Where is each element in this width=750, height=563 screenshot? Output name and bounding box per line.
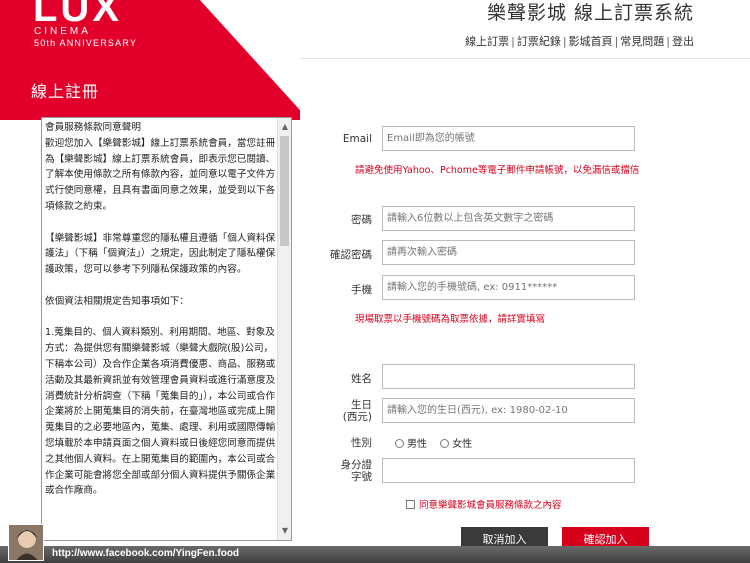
terms-paragraph-privacy: 【樂聲影城】非常尊重您的隱私權且遵循「個人資料保護法」（下稱「個資法」）之規定，… bbox=[45, 232, 276, 276]
phone-hint: 現場取票以手機號碼為取票依據，請詳實填寫 bbox=[355, 314, 546, 325]
nav-separator: | bbox=[666, 35, 670, 48]
scroll-thumb[interactable] bbox=[280, 136, 289, 246]
terms-paragraph-notice: 依個資法相關規定告知事項如下： bbox=[45, 295, 189, 307]
name-label: 姓名 bbox=[351, 373, 372, 385]
page-title: 線上註冊 bbox=[31, 82, 100, 101]
confirm-password-field[interactable] bbox=[382, 240, 635, 265]
name-field[interactable] bbox=[382, 364, 635, 389]
id-label-main: 身分證 bbox=[340, 459, 373, 471]
birthday-label-sub: (西元) bbox=[342, 411, 372, 423]
terms-scrollbar[interactable]: ▲ ▼ bbox=[277, 118, 291, 540]
gender-male-option[interactable]: 男性 bbox=[395, 439, 427, 450]
email-label: Email bbox=[342, 133, 372, 145]
scroll-up-arrow-icon[interactable]: ▲ bbox=[278, 120, 292, 134]
gender-male-label: 男性 bbox=[407, 439, 427, 450]
watermark-url: http://www.facebook.com/YingFen.food bbox=[52, 548, 240, 559]
gender-female-label: 女性 bbox=[452, 439, 473, 450]
id-number-label: 身分證 字號 bbox=[312, 459, 373, 483]
nav-link-faq[interactable]: 常見問題 bbox=[620, 35, 664, 48]
gender-radio-group: 男性 女性 bbox=[395, 435, 472, 450]
agree-checkbox[interactable] bbox=[406, 500, 415, 509]
site-title: 樂聲影城 線上訂票系統 bbox=[486, 2, 694, 24]
confirm-password-label: 確認密碼 bbox=[330, 249, 372, 261]
scroll-down-arrow-icon[interactable]: ▼ bbox=[278, 524, 292, 538]
nav-separator: | bbox=[511, 35, 515, 48]
email-field[interactable] bbox=[382, 126, 635, 151]
password-label: 密碼 bbox=[351, 214, 372, 226]
terms-paragraph-intro: 會員服務條款同意聲明 歡迎您加入【樂聲影城】線上訂票系統會員，當您註冊為【樂聲影… bbox=[45, 122, 276, 212]
agree-terms-label: 同意樂聲影城會員服務條款之內容 bbox=[419, 500, 562, 511]
gender-female-option[interactable]: 女性 bbox=[440, 439, 472, 450]
phone-label: 手機 bbox=[351, 284, 372, 296]
birthday-label: 生日 (西元) bbox=[312, 399, 372, 423]
top-nav: 線上訂票 | 訂票紀錄 | 影城首頁 | 常見問題 | 登出 bbox=[464, 33, 695, 49]
terms-textarea[interactable]: 會員服務條款同意聲明 歡迎您加入【樂聲影城】線上訂票系統會員，當您註冊為【樂聲影… bbox=[41, 117, 292, 541]
logo-cinema-text: CINEMA bbox=[34, 26, 91, 37]
birthday-label-main: 生日 bbox=[351, 399, 372, 411]
nav-link-online-booking[interactable]: 線上訂票 bbox=[465, 35, 509, 48]
radio-female[interactable] bbox=[440, 439, 450, 448]
nav-link-logout[interactable]: 登出 bbox=[672, 35, 694, 48]
email-hint: 請避免使用Yahoo、Pchome等電子郵件申請帳號，以免漏信或擋信 bbox=[355, 165, 640, 176]
nav-link-cinema-home[interactable]: 影城首頁 bbox=[569, 35, 613, 48]
nav-link-booking-records[interactable]: 訂票紀錄 bbox=[517, 35, 561, 48]
watermark-avatar bbox=[8, 524, 44, 561]
logo-anniversary-text: 50th ANNIVERSARY bbox=[34, 38, 138, 48]
nav-separator: | bbox=[562, 35, 567, 48]
gender-label: 性別 bbox=[351, 437, 372, 449]
terms-paragraph-purpose: 1.蒐集目的、個人資料類別、利用期間、地區、對象及方式：為提供您有關樂聲影城（樂… bbox=[45, 327, 276, 497]
radio-male[interactable] bbox=[395, 439, 404, 448]
id-number-field[interactable] bbox=[382, 458, 635, 483]
password-field[interactable] bbox=[382, 206, 635, 231]
nav-separator: | bbox=[614, 35, 619, 48]
id-label-sub: 字號 bbox=[351, 471, 372, 483]
birthday-field[interactable] bbox=[382, 398, 635, 423]
phone-field[interactable] bbox=[382, 275, 635, 300]
terms-content: 會員服務條款同意聲明 歡迎您加入【樂聲影城】線上訂票系統會員，當您註冊為【樂聲影… bbox=[45, 120, 277, 515]
agree-terms[interactable]: 同意樂聲影城會員服務條款之內容 bbox=[406, 497, 562, 511]
header-divider bbox=[300, 58, 750, 59]
